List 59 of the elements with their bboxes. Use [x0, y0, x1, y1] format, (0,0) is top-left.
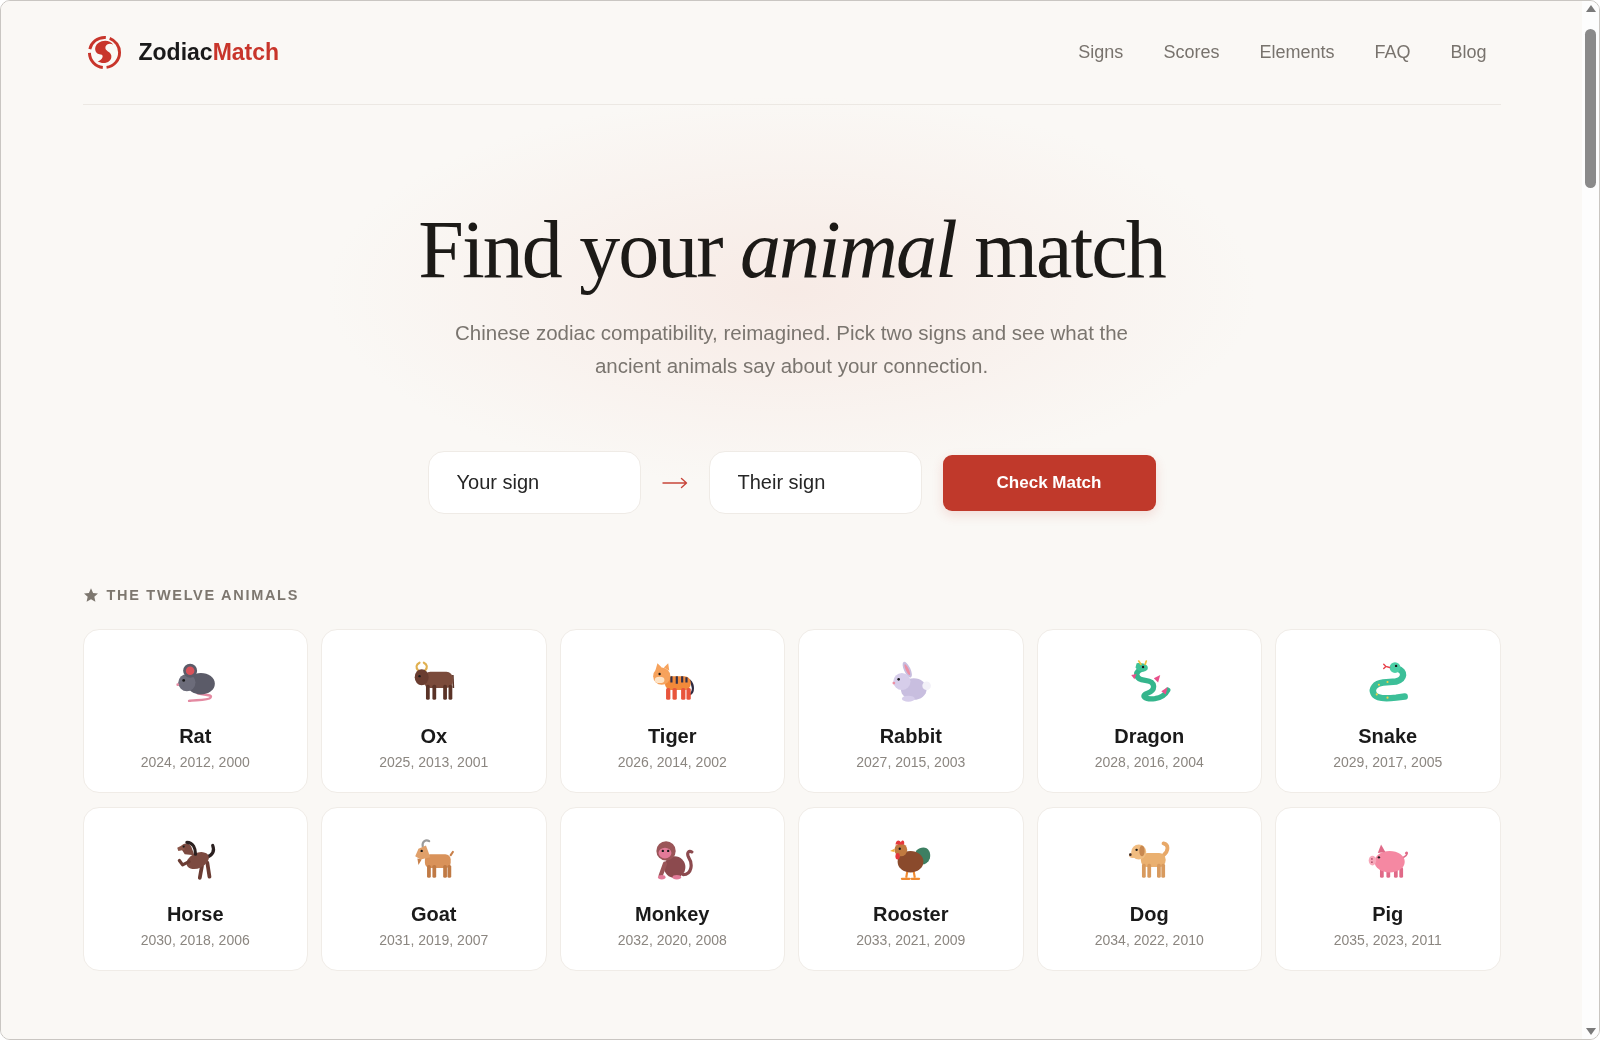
- animal-name: Tiger: [647, 724, 697, 749]
- animal-card[interactable]: Monkey 2032, 2020, 2008: [559, 807, 785, 971]
- animal-name: Rat: [179, 724, 212, 749]
- their-sign-field[interactable]: Their sign: [708, 451, 922, 514]
- animal-years: 2032, 2020, 2008: [617, 931, 727, 949]
- nav-link[interactable]: Blog: [1450, 42, 1487, 63]
- right-arrow-icon: [661, 476, 688, 489]
- animal-card[interactable]: Snake 2029, 2017, 2005: [1275, 629, 1501, 793]
- animal-name: Ox: [420, 724, 448, 749]
- tiger-icon: [650, 660, 694, 703]
- rooster-icon: [889, 838, 933, 881]
- animal-card[interactable]: Rat 2024, 2012, 2000: [82, 629, 308, 793]
- animal-name: Dragon: [1114, 724, 1185, 749]
- animal-years: 2035, 2023, 2011: [1333, 931, 1442, 949]
- hero-title: Find your animal match: [417, 203, 1167, 297]
- animal-card[interactable]: Pig 2035, 2023, 2011: [1275, 807, 1501, 971]
- animal-card[interactable]: Rabbit 2027, 2015, 2003: [798, 629, 1024, 793]
- animal-years: 2031, 2019, 2007: [379, 931, 489, 949]
- animal-years: 2034, 2022, 2010: [1094, 931, 1204, 949]
- animal-name: Dog: [1129, 902, 1169, 927]
- animal-name: Horse: [166, 902, 224, 927]
- nav-link[interactable]: FAQ: [1374, 42, 1411, 63]
- animal-years: 2029, 2017, 2005: [1333, 753, 1443, 771]
- animal-card[interactable]: Goat 2031, 2019, 2007: [321, 807, 547, 971]
- animal-card[interactable]: Ox 2025, 2013, 2001: [321, 629, 547, 793]
- star-icon: [83, 588, 98, 602]
- animal-card[interactable]: Dog 2034, 2022, 2010: [1036, 807, 1262, 971]
- nav-link[interactable]: Elements: [1259, 42, 1335, 63]
- nav-link[interactable]: Signs: [1078, 42, 1124, 63]
- ox-icon: [412, 660, 456, 703]
- animal-years: 2024, 2012, 2000: [140, 753, 250, 771]
- brand-name[interactable]: ZodiacMatch: [138, 39, 280, 66]
- down-arrow-icon[interactable]: [1585, 1028, 1596, 1035]
- animal-name: Rooster: [872, 902, 949, 927]
- animal-name: Snake: [1358, 724, 1418, 749]
- section-heading: THE TWELVE ANIMALS: [106, 587, 299, 603]
- check-match-button[interactable]: Check Match: [942, 454, 1156, 511]
- your-sign-field[interactable]: Your sign: [427, 451, 641, 514]
- animal-years: 2028, 2016, 2004: [1094, 753, 1204, 771]
- animal-name: Monkey: [635, 902, 710, 927]
- animal-card[interactable]: Rooster 2033, 2021, 2009: [798, 807, 1024, 971]
- animal-years: 2025, 2013, 2001: [379, 753, 489, 771]
- animal-card[interactable]: Tiger 2026, 2014, 2002: [559, 629, 785, 793]
- animal-name: Goat: [410, 902, 457, 927]
- scrollbar[interactable]: [1582, 1, 1599, 1039]
- animal-name: Pig: [1372, 902, 1404, 927]
- animal-years: 2033, 2021, 2009: [856, 931, 966, 949]
- scrollbar-thumb[interactable]: [1585, 29, 1596, 188]
- logo-icon: [86, 35, 122, 70]
- animal-years: 2030, 2018, 2006: [140, 931, 250, 949]
- hero-subtitle: Chinese zodiac compatibility, reimagined. Pick two signs and see what the ancient animals say about your connection.: [453, 320, 1129, 379]
- nav-link[interactable]: Scores: [1163, 42, 1220, 63]
- animal-card[interactable]: Dragon 2028, 2016, 2004: [1036, 629, 1262, 793]
- animal-years: 2026, 2014, 2002: [617, 753, 727, 771]
- dog-icon: [1127, 838, 1171, 881]
- animal-card[interactable]: Horse 2030, 2018, 2006: [82, 807, 308, 971]
- up-arrow-icon[interactable]: [1585, 5, 1596, 12]
- animal-years: 2027, 2015, 2003: [856, 753, 966, 771]
- animal-name: Rabbit: [879, 724, 942, 749]
